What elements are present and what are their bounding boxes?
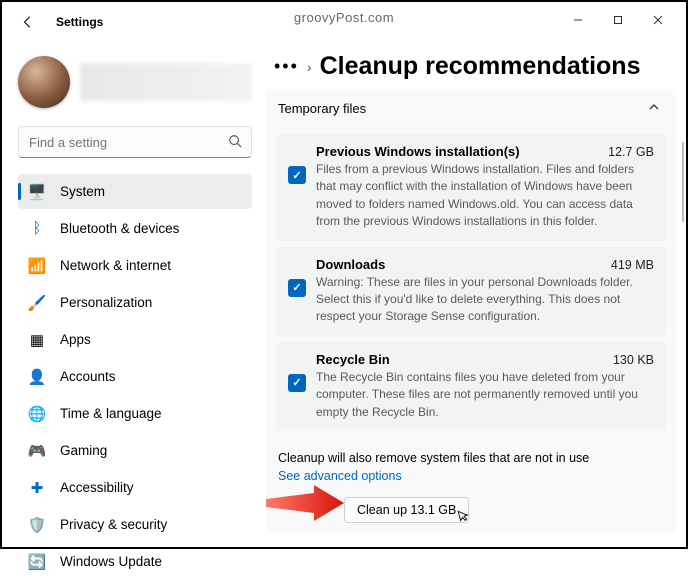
nav-icon: 🎮: [28, 442, 46, 460]
nav-icon: ᛒ: [28, 220, 46, 238]
item-size: 419 MB: [611, 258, 654, 272]
nav-item-apps[interactable]: ▦ Apps: [18, 322, 252, 357]
nav-label: Apps: [60, 332, 91, 347]
section-temporary-files[interactable]: Temporary files: [266, 89, 676, 128]
close-button[interactable]: [638, 6, 678, 34]
item-size: 12.7 GB: [608, 145, 654, 159]
item-desc: The Recycle Bin contains files you have …: [316, 369, 654, 421]
item-size: 130 KB: [613, 353, 654, 367]
nav-icon: 🔄: [28, 553, 46, 571]
page-title: Cleanup recommendations: [320, 52, 641, 81]
cleanup-button-label: Clean up 13.1 GB: [357, 503, 456, 517]
nav-label: Personalization: [60, 295, 152, 310]
item-title: Recycle Bin: [316, 352, 390, 367]
nav-label: Network & internet: [60, 258, 171, 273]
scrollbar[interactable]: [682, 142, 684, 222]
cleanup-item: ✓ Recycle Bin 130 KB The Recycle Bin contai…: [276, 342, 666, 431]
cleanup-item: ✓ Downloads 419 MB Warning: These are files…: [276, 247, 666, 336]
nav-label: Gaming: [60, 443, 107, 458]
nav-item-network-internet[interactable]: 📶 Network & internet: [18, 248, 252, 283]
nav-label: Privacy & security: [60, 517, 167, 532]
checkbox[interactable]: ✓: [288, 166, 306, 184]
checkbox[interactable]: ✓: [288, 374, 306, 392]
item-title: Downloads: [316, 257, 385, 272]
nav-item-privacy-security[interactable]: 🛡️ Privacy & security: [18, 507, 252, 542]
minimize-button[interactable]: [558, 6, 598, 34]
watermark: groovyPost.com: [294, 10, 394, 25]
nav-item-bluetooth-devices[interactable]: ᛒ Bluetooth & devices: [18, 211, 252, 246]
nav-icon: 🌐: [28, 405, 46, 423]
chevron-right-icon: ›: [307, 59, 312, 75]
advanced-options-link[interactable]: See advanced options: [266, 465, 676, 491]
nav-item-personalization[interactable]: 🖌️ Personalization: [18, 285, 252, 320]
checkbox[interactable]: ✓: [288, 279, 306, 297]
nav-item-gaming[interactable]: 🎮 Gaming: [18, 433, 252, 468]
nav-icon: ✚: [28, 479, 46, 497]
search-icon: [228, 134, 242, 151]
cleanup-item: ✓ Previous Windows installation(s) 12.7 GB…: [276, 134, 666, 241]
search-input[interactable]: [18, 126, 252, 158]
user-name-redacted: [80, 63, 252, 101]
nav-icon: ▦: [28, 331, 46, 349]
nav-label: System: [60, 184, 105, 199]
nav-item-windows-update[interactable]: 🔄 Windows Update: [18, 544, 252, 579]
item-desc: Warning: These are files in your persona…: [316, 274, 654, 326]
cleanup-button[interactable]: Clean up 13.1 GB: [344, 497, 469, 523]
back-button[interactable]: [18, 12, 38, 32]
nav-icon: 📶: [28, 257, 46, 275]
nav-label: Accessibility: [60, 480, 134, 495]
nav-icon: 🖌️: [28, 294, 46, 312]
nav-label: Windows Update: [60, 554, 162, 569]
footer-note: Cleanup will also remove system files th…: [266, 443, 676, 465]
nav-item-accounts[interactable]: 👤 Accounts: [18, 359, 252, 394]
nav-icon: 👤: [28, 368, 46, 386]
nav-icon: 🖥️: [28, 183, 46, 201]
cursor-icon: [456, 506, 474, 526]
nav-label: Bluetooth & devices: [60, 221, 179, 236]
nav-label: Accounts: [60, 369, 116, 384]
section-title: Temporary files: [278, 101, 366, 116]
nav-item-accessibility[interactable]: ✚ Accessibility: [18, 470, 252, 505]
item-desc: Files from a previous Windows installati…: [316, 161, 654, 231]
nav-icon: 🛡️: [28, 516, 46, 534]
chevron-up-icon: [648, 101, 660, 116]
avatar[interactable]: [18, 56, 70, 108]
maximize-button[interactable]: [598, 6, 638, 34]
window-title: Settings: [56, 15, 103, 29]
breadcrumb-more[interactable]: •••: [274, 56, 299, 77]
nav-item-system[interactable]: 🖥️ System: [18, 174, 252, 209]
nav-label: Time & language: [60, 406, 162, 421]
item-title: Previous Windows installation(s): [316, 144, 520, 159]
nav-item-time-language[interactable]: 🌐 Time & language: [18, 396, 252, 431]
